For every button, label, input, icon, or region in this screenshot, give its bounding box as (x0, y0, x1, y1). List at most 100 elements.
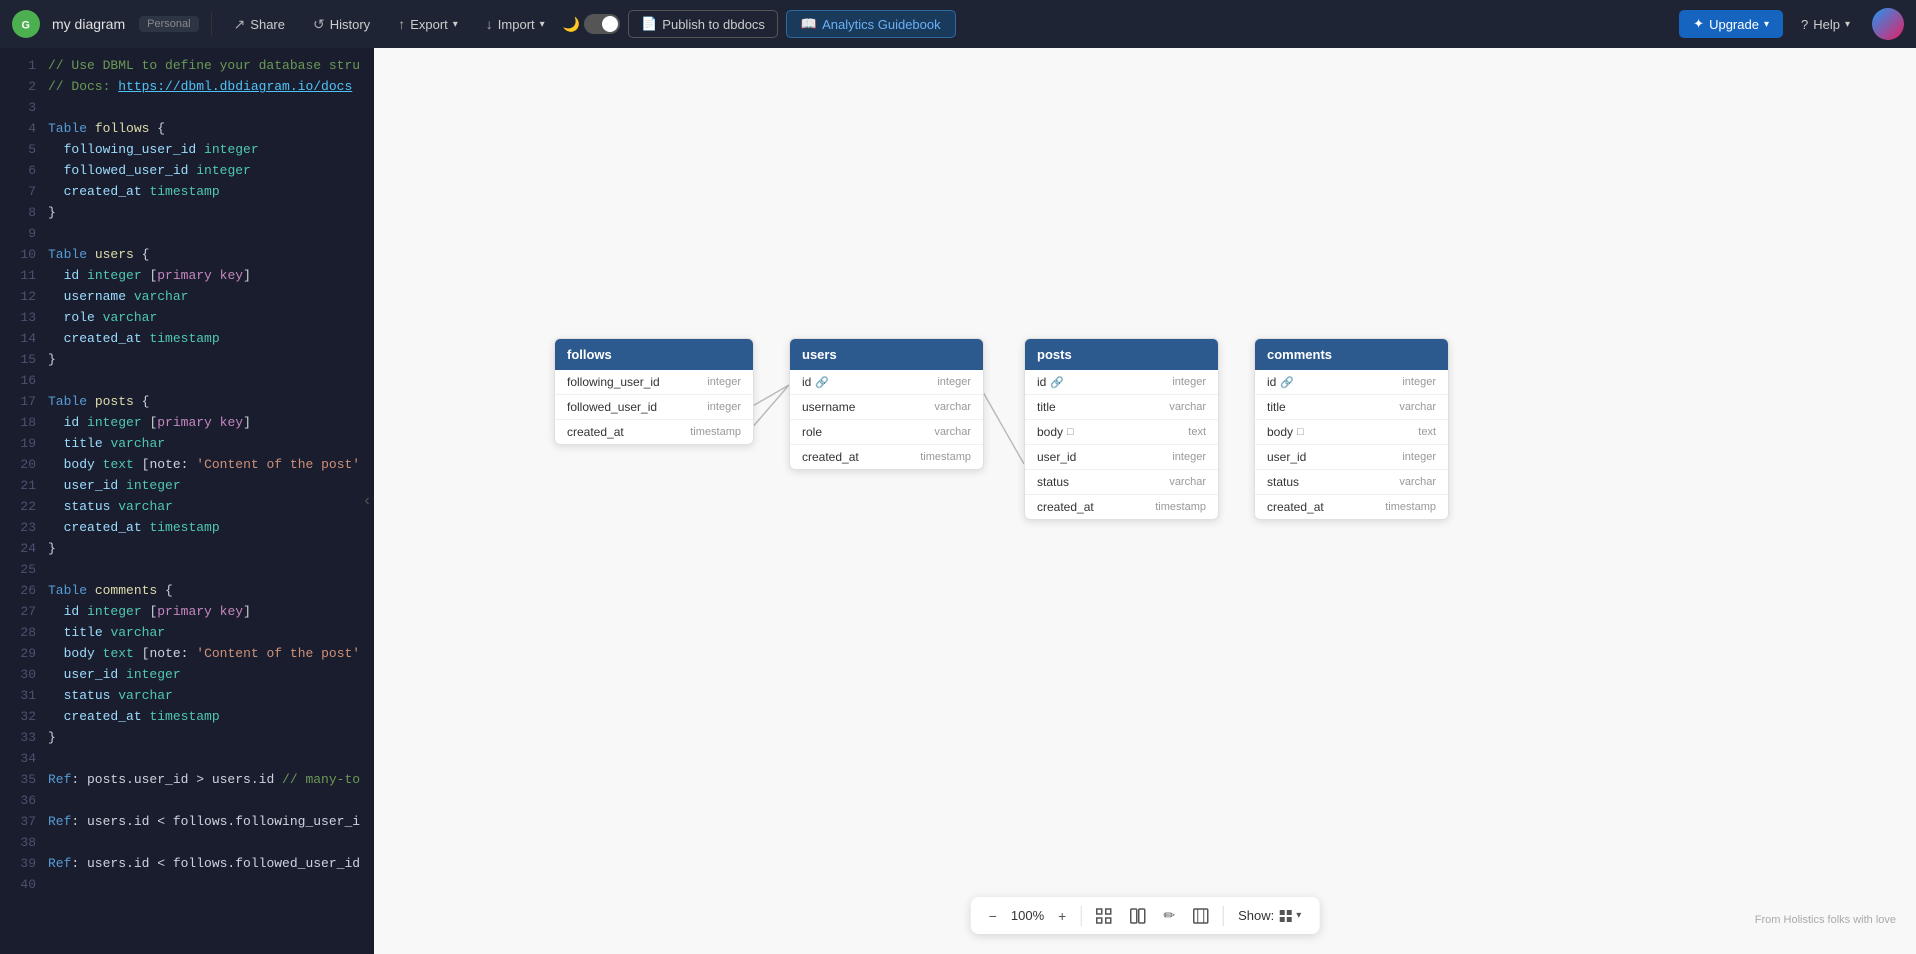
zoom-out-button[interactable]: − (981, 904, 1005, 928)
dark-mode-toggle[interactable]: 🌙 (563, 14, 620, 34)
toggle-knob (602, 16, 618, 32)
code-line-22: 22 status varchar (0, 497, 360, 518)
editor-panel[interactable]: 1 // Use DBML to define your database st… (0, 48, 360, 954)
help-button[interactable]: ? Help ▾ (1791, 13, 1860, 36)
code-line-1: 1 // Use DBML to define your database st… (0, 56, 360, 77)
code-line-23: 23 created_at timestamp (0, 518, 360, 539)
code-line-40: 40 (0, 875, 360, 896)
upgrade-button[interactable]: ✦ Upgrade ▾ (1679, 10, 1783, 38)
diagram-canvas[interactable]: follows following_user_id integer follow… (374, 48, 1916, 954)
code-line-18: 18 id integer [primary key] (0, 413, 360, 434)
moon-icon: 🌙 (563, 16, 580, 33)
note-icon: □ (1297, 426, 1304, 438)
show-options-button[interactable]: Show: ▾ (1230, 904, 1309, 927)
fit-screen-button[interactable] (1087, 904, 1119, 928)
code-line-29: 29 body text [note: 'Content of the post… (0, 644, 360, 665)
table-row: status varchar (1255, 470, 1448, 495)
share-button[interactable]: ↗ Share (224, 12, 295, 37)
table-users[interactable]: users id 🔗 integer username varchar role… (789, 338, 984, 470)
show-label: Show: (1238, 908, 1274, 923)
diagram-badge: Personal (139, 16, 198, 32)
collapse-handle[interactable]: ‹ (360, 48, 374, 954)
table-row: id 🔗 integer (790, 370, 983, 395)
publish-icon: 📄 (641, 16, 657, 32)
zoom-out-icon: − (989, 908, 997, 924)
table-follows[interactable]: follows following_user_id integer follow… (554, 338, 754, 445)
split-view-icon (1129, 908, 1145, 924)
import-chevron-icon: ▾ (540, 19, 545, 30)
user-avatar[interactable] (1872, 8, 1904, 40)
table-row: created_at timestamp (1025, 495, 1218, 519)
export-button[interactable]: ↑ Export ▾ (388, 12, 468, 36)
code-line-3: 3 (0, 98, 360, 119)
table-row: role varchar (790, 420, 983, 445)
table-comments-header: comments (1255, 339, 1448, 370)
zoom-in-button[interactable]: + (1050, 904, 1074, 928)
history-button[interactable]: ↺ History (303, 12, 380, 37)
split-view-button[interactable] (1121, 904, 1153, 928)
editor-content: 1 // Use DBML to define your database st… (0, 48, 360, 904)
note-icon: □ (1067, 426, 1074, 438)
code-line-7: 7 created_at timestamp (0, 182, 360, 203)
frame-button[interactable] (1185, 904, 1217, 928)
history-icon: ↺ (313, 16, 325, 33)
code-line-2: 2 // Docs: https://dbml.dbdiagram.io/doc… (0, 77, 360, 98)
svg-text:G: G (22, 20, 30, 32)
analytics-icon: 📖 (801, 16, 817, 32)
table-row: id 🔗 integer (1025, 370, 1218, 395)
pencil-icon: ✏ (1163, 907, 1175, 924)
table-row: id 🔗 integer (1255, 370, 1448, 395)
code-line-24: 24 } (0, 539, 360, 560)
table-row: following_user_id integer (555, 370, 753, 395)
table-follows-body: following_user_id integer followed_user_… (555, 370, 753, 444)
code-line-12: 12 username varchar (0, 287, 360, 308)
code-line-10: 10 Table users { (0, 245, 360, 266)
code-line-15: 15 } (0, 350, 360, 371)
table-row: title varchar (1025, 395, 1218, 420)
publish-button[interactable]: 📄 Publish to dbdocs (628, 10, 778, 38)
table-users-body: id 🔗 integer username varchar role varch… (790, 370, 983, 469)
code-line-38: 38 (0, 833, 360, 854)
main-layout: 1 // Use DBML to define your database st… (0, 48, 1916, 954)
bottom-credit: From Holistics folks with love (1755, 914, 1896, 926)
table-posts-header: posts (1025, 339, 1218, 370)
help-chevron-icon: ▾ (1845, 19, 1850, 30)
code-line-6: 6 followed_user_id integer (0, 161, 360, 182)
code-line-21: 21 user_id integer (0, 476, 360, 497)
analytics-button[interactable]: 📖 Analytics Guidebook (786, 10, 956, 38)
import-icon: ↓ (486, 16, 493, 32)
code-line-33: 33 } (0, 728, 360, 749)
code-line-4: 4 Table follows { (0, 119, 360, 140)
table-comments-body: id 🔗 integer title varchar body □ text u… (1255, 370, 1448, 519)
code-line-31: 31 status varchar (0, 686, 360, 707)
share-icon: ↗ (234, 16, 246, 33)
help-icon: ? (1801, 17, 1808, 32)
code-line-26: 26 Table comments { (0, 581, 360, 602)
code-line-34: 34 (0, 749, 360, 770)
code-line-19: 19 title varchar (0, 434, 360, 455)
draw-button[interactable]: ✏ (1155, 903, 1183, 928)
code-line-5: 5 following_user_id integer (0, 140, 360, 161)
code-line-9: 9 (0, 224, 360, 245)
code-line-37: 37 Ref: users.id < follows.following_use… (0, 812, 360, 833)
code-line-11: 11 id integer [primary key] (0, 266, 360, 287)
table-posts[interactable]: posts id 🔗 integer title varchar body □ … (1024, 338, 1219, 520)
table-row: user_id integer (1025, 445, 1218, 470)
table-follows-header: follows (555, 339, 753, 370)
toggle-switch[interactable] (584, 14, 620, 34)
grid-icon (1278, 909, 1292, 923)
table-row: body □ text (1255, 420, 1448, 445)
table-comments[interactable]: comments id 🔗 integer title varchar body… (1254, 338, 1449, 520)
table-users-header: users (790, 339, 983, 370)
table-row: created_at timestamp (1255, 495, 1448, 519)
code-line-35: 35 Ref: posts.user_id > users.id // many… (0, 770, 360, 791)
code-line-30: 30 user_id integer (0, 665, 360, 686)
table-row: title varchar (1255, 395, 1448, 420)
code-line-25: 25 (0, 560, 360, 581)
import-button[interactable]: ↓ Import ▾ (476, 12, 555, 36)
fit-screen-icon (1095, 908, 1111, 924)
export-icon: ↑ (398, 16, 405, 32)
zoom-percent: 100% (1007, 908, 1048, 923)
table-row: created_at timestamp (790, 445, 983, 469)
code-line-14: 14 created_at timestamp (0, 329, 360, 350)
